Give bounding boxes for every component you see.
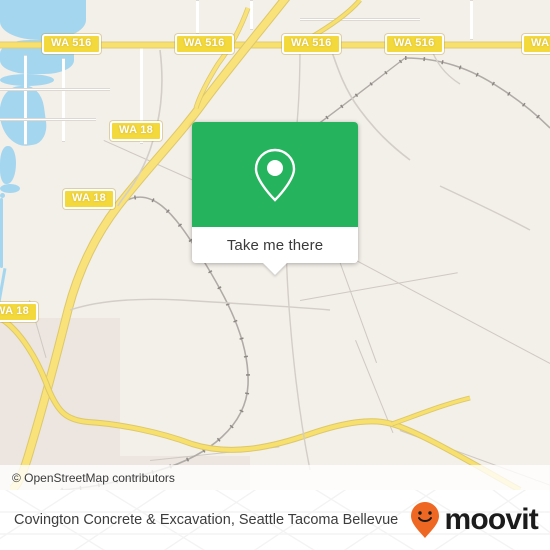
moovit-brand[interactable]: moovit: [410, 501, 539, 539]
footer-bar: Covington Concrete & Excavation, Seattle…: [0, 490, 550, 550]
card-pointer-tail: [263, 263, 287, 275]
shield-wa516-4[interactable]: WA 516: [385, 34, 444, 54]
shield-wa516-1[interactable]: WA 516: [42, 34, 101, 54]
place-title: Covington Concrete & Excavation, Seattle…: [14, 511, 399, 528]
moovit-wordmark: moovit: [444, 503, 538, 536]
take-me-there-card[interactable]: Take me there: [192, 122, 358, 275]
shield-wa516-3[interactable]: WA 516: [282, 34, 341, 54]
shield-wa516-2[interactable]: WA 516: [175, 34, 234, 54]
shield-wa516-5[interactable]: WA 516: [522, 34, 550, 54]
moovit-pin-smile-icon: [411, 502, 440, 538]
map-canvas[interactable]: WA 516 WA 516 WA 516 WA 516 WA 516 WA 18…: [0, 0, 550, 490]
shield-wa18-3[interactable]: WA 18: [0, 302, 39, 322]
shield-wa18-1[interactable]: WA 18: [110, 121, 163, 141]
card-pin-area: [192, 122, 358, 227]
map-attribution[interactable]: © OpenStreetMap contributors: [0, 465, 550, 490]
shield-wa18-2[interactable]: WA 18: [63, 189, 116, 209]
map-pin-icon: [254, 148, 296, 202]
card-action-area[interactable]: Take me there: [192, 227, 358, 275]
attribution-text: © OpenStreetMap contributors: [12, 470, 175, 485]
screenshot-root: WA 516 WA 516 WA 516 WA 516 WA 516 WA 18…: [0, 0, 550, 550]
take-me-there-label: Take me there: [226, 236, 324, 254]
